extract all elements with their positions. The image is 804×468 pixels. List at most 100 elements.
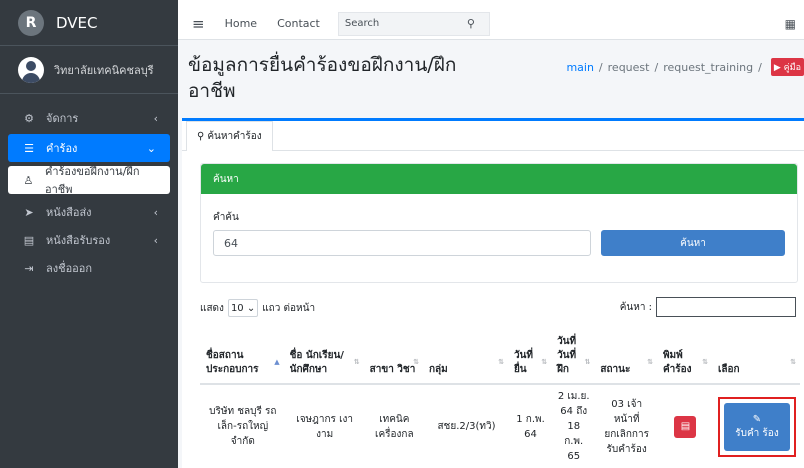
cell-training-date: 2 เม.ย. 64 ถึง 18 ก.พ. 65 <box>557 391 590 462</box>
page-length-value: 10 <box>230 302 244 314</box>
search-icon: ⚲ <box>197 131 205 142</box>
cell-department: เทคนิค เครื่องกล <box>375 413 414 440</box>
chevron-left-icon: ‹ <box>153 233 158 247</box>
cell-group: สชย.2/3(ทวิ) <box>437 421 496 432</box>
paper-plane-icon: ➤ <box>24 205 34 219</box>
brand-logo: R <box>18 9 44 36</box>
keyword-label: คำค้น <box>213 212 239 223</box>
file-icon: ▤ <box>23 233 35 247</box>
main-card: ⚲ ค้นหาคำร้อง ค้นหา คำค้น ค้นหา แสดง 10 … <box>182 118 804 468</box>
filter-label: ค้นหา : <box>619 301 652 313</box>
chevron-left-icon: ‹ <box>153 205 158 219</box>
sort-icon: ⇅ <box>353 358 360 366</box>
page-title: ข้อมูลการยื่นคำร้องขอฝึกงาน/ฝึกอาชีพ <box>188 54 457 102</box>
show-label: แสดง <box>200 302 224 314</box>
page-length-select[interactable]: 10 ⌄ <box>227 299 259 317</box>
navbar-search: ⚲ <box>337 11 490 36</box>
top-navbar: ≡ Home Contact ⚲ ▦ <box>178 8 804 40</box>
breadcrumb-request[interactable]: request <box>608 61 650 74</box>
sort-icon: ⇅ <box>498 358 504 366</box>
search-button[interactable]: ค้นหา <box>601 230 785 256</box>
breadcrumb-separator: / <box>598 60 603 74</box>
requests-table: ชื่อสถาน ประกอบการ ▲ ชื่อ นักเรียน/ นักศึ… <box>200 331 800 468</box>
accept-request-label: รับคำ ร้อง <box>735 427 779 439</box>
list-icon: ☰ <box>24 141 34 155</box>
breadcrumb-separator: / <box>654 60 659 74</box>
sidebar-item-label: ลงชื่อออก <box>46 262 93 275</box>
cell-student: เจษฎากร เงา งาม <box>296 413 353 440</box>
edit-icon: ✎ <box>752 413 762 425</box>
sort-icon: ⇅ <box>541 358 548 366</box>
breadcrumb-request-training: request_training <box>663 60 754 74</box>
column-header-department[interactable]: สาขา วิชา ⇅ <box>363 331 423 385</box>
highlight-box: ✎ รับคำ ร้อง <box>717 396 796 457</box>
sort-icon: ⇅ <box>790 358 796 366</box>
sign-out-icon: ⇥ <box>24 261 34 275</box>
sidebar-item-label: หนังสือรับรอง <box>46 234 111 247</box>
page-length-control: แสดง 10 ⌄ แถว ต่อหน้า <box>200 299 315 317</box>
breadcrumb: main / request / request_training / ▶ คู… <box>566 58 804 76</box>
column-header-select[interactable]: เลือก ⇅ <box>711 331 800 385</box>
help-manual-button[interactable]: ▶ คู่มือ <box>770 58 804 76</box>
sidebar-item-logout[interactable]: ⇥ ลงชื่อออก <box>0 254 172 282</box>
sidebar-item-training-request[interactable]: ♙ คำร้องขอฝึกงาน/ฝึกอาชีพ <box>8 165 170 196</box>
chevron-down-icon: ⌄ <box>146 141 156 155</box>
nav-link-contact[interactable]: Contact <box>277 17 320 30</box>
gears-icon: ⚙ <box>24 111 34 125</box>
sidebar-item-manage[interactable]: ⚙ จัดการ ‹ <box>0 104 172 132</box>
sidebar-item-certificates[interactable]: ▤ หนังสือรับรอง ‹ <box>0 226 172 254</box>
accept-request-button[interactable]: ✎ รับคำ ร้อง <box>723 402 790 451</box>
chevron-left-icon: ‹ <box>153 111 158 125</box>
breadcrumb-separator: / <box>758 60 762 74</box>
column-header-submit-date[interactable]: วันที่ ยื่น ⇅ <box>507 331 552 385</box>
column-header-training-date[interactable]: วันที่ วันที่ ฝึก ⇅ <box>551 331 595 385</box>
cell-print: ▤ <box>657 384 712 468</box>
cell-submit-date: 1 ก.พ. 64 <box>516 413 545 440</box>
sort-icon: ⇅ <box>647 358 653 366</box>
sidebar-item-label: คำร้อง <box>46 142 78 155</box>
column-header-print[interactable]: พิมพ์ คำร้อง ⇅ <box>656 331 712 385</box>
column-header-company[interactable]: ชื่อสถาน ประกอบการ ▲ <box>200 331 284 385</box>
keyword-input[interactable] <box>213 230 591 256</box>
table-row: บริษัท ชลบุรี รถเล็ก-รถใหญ่ จำกัด เจษฎาก… <box>200 384 800 468</box>
cell-select: ✎ รับคำ ร้อง <box>712 384 800 468</box>
column-header-status[interactable]: สถานะ ⇅ <box>594 331 657 385</box>
user-icon: ♙ <box>23 173 34 187</box>
pdf-print-button[interactable]: ▤ <box>674 415 697 438</box>
table-filter: ค้นหา : <box>620 297 796 317</box>
tab-search-request[interactable]: ⚲ ค้นหาคำร้อง <box>186 121 273 151</box>
brand[interactable]: R DVEC <box>0 0 178 46</box>
sidebar-item-requests[interactable]: ☰ คำร้อง ⌄ <box>8 134 170 162</box>
user-panel[interactable]: วิทยาลัยเทคนิคชลบุรี <box>0 46 178 94</box>
nav-link-home[interactable]: Home <box>225 17 257 30</box>
rows-per-page-label: แถว ต่อหน้า <box>262 302 316 314</box>
table-header-row: ชื่อสถาน ประกอบการ ▲ ชื่อ นักเรียน/ นักศึ… <box>200 331 800 385</box>
cell-status: 03 เจ้า หน้าที่ ยกเลิกการ รับคำร้อง <box>604 398 649 455</box>
search-panel: ค้นหา คำค้น ค้นหา <box>200 163 798 283</box>
cell-company: บริษัท ชลบุรี รถเล็ก-รถใหญ่ จำกัด <box>209 406 277 447</box>
hamburger-menu-icon[interactable]: ≡ <box>192 15 205 33</box>
sidebar-item-label: หนังสือส่ง <box>46 206 92 219</box>
column-header-group[interactable]: กลุ่ม ⇅ <box>422 331 508 385</box>
sort-icon: ⇅ <box>584 358 591 366</box>
search-icon[interactable]: ⚲ <box>467 17 475 30</box>
user-name: วิทยาลัยเทคนิคชลบุรี <box>54 63 154 77</box>
sidebar-item-outgoing-letters[interactable]: ➤ หนังสือส่ง ‹ <box>0 198 172 226</box>
column-header-student[interactable]: ชื่อ นักเรียน/ นักศึกษา ⇅ <box>283 331 364 385</box>
filter-input[interactable] <box>656 297 796 317</box>
content-wrapper: ข้อมูลการยื่นคำร้องขอฝึกงาน/ฝึกอาชีพ mai… <box>178 40 804 468</box>
sidebar: R DVEC วิทยาลัยเทคนิคชลบุรี ⚙ จัดการ ‹ ☰… <box>0 0 178 468</box>
apps-grid-icon[interactable]: ▦ <box>785 17 796 31</box>
sort-asc-icon: ▲ <box>274 358 280 366</box>
sort-icon: ⇅ <box>702 358 708 366</box>
tab-bar: ⚲ ค้นหาคำร้อง <box>182 121 804 151</box>
help-manual-label: คู่มือ <box>783 63 801 73</box>
sort-icon: ⇅ <box>413 358 419 366</box>
navbar-search-input[interactable] <box>338 18 467 29</box>
brand-name: DVEC <box>56 13 98 32</box>
search-panel-header: ค้นหา <box>201 164 797 194</box>
sidebar-item-label: คำร้องขอฝึกงาน/ฝึกอาชีพ <box>44 165 140 196</box>
sidebar-item-label: จัดการ <box>46 112 79 125</box>
breadcrumb-main[interactable]: main <box>566 61 593 74</box>
tab-label: ค้นหาคำร้อง <box>207 131 262 142</box>
